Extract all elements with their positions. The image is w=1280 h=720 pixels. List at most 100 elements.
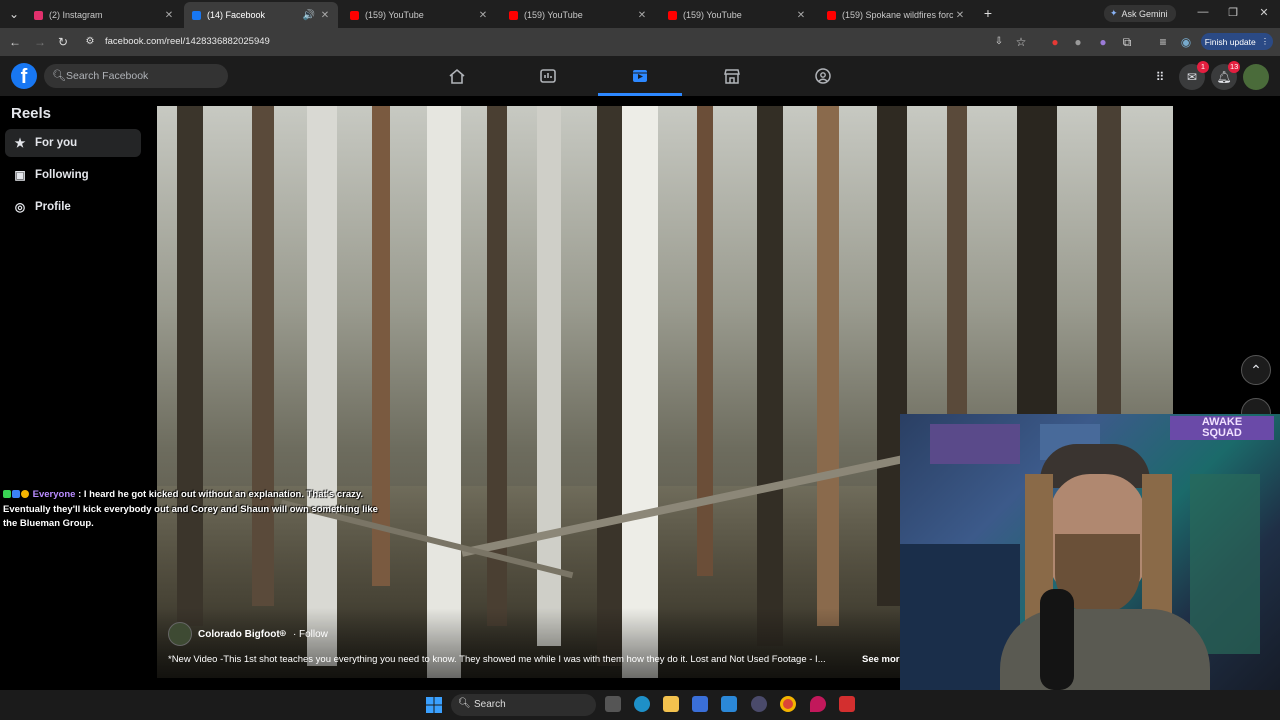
banner-line-2: SQUAD (1202, 427, 1242, 439)
file-explorer-icon[interactable] (663, 696, 679, 712)
taskbar-search-box[interactable] (451, 694, 596, 716)
account-avatar[interactable] (1243, 64, 1269, 90)
new-tab-button[interactable]: + (980, 6, 996, 20)
menu-grid-icon[interactable]: ⠿ (1147, 64, 1173, 90)
previous-reel-button[interactable]: ⌃ (1241, 355, 1271, 385)
tab-search-chevron-icon[interactable]: ⌄ (6, 7, 22, 21)
youtube-icon (827, 10, 836, 20)
extension-red-icon[interactable]: ● (1047, 35, 1063, 49)
youtube-icon (350, 10, 359, 20)
mail-icon[interactable] (721, 696, 737, 712)
sidebar-item-for-you[interactable]: ★ For you (5, 129, 141, 157)
close-tab-icon[interactable]: ✕ (476, 10, 490, 21)
reload-icon[interactable]: ↻ (55, 35, 71, 49)
edge-icon[interactable] (634, 696, 650, 712)
finish-update-button[interactable]: Finish update ⋮ (1201, 33, 1273, 50)
install-app-icon[interactable]: ⇩ (991, 35, 1007, 49)
obs-icon[interactable] (751, 696, 767, 712)
microphone (1040, 589, 1074, 690)
star-icon: ★ (14, 136, 26, 150)
task-view-icon[interactable] (605, 696, 621, 712)
tree-trunk (307, 106, 337, 666)
close-tab-icon[interactable]: ✕ (953, 10, 967, 21)
creator-name[interactable]: Colorado Bigfoot (198, 629, 280, 640)
instagram-icon (34, 10, 43, 20)
bookmark-star-icon[interactable]: ☆ (1013, 35, 1029, 49)
tab-youtube-1[interactable]: (159) YouTube ✕ (342, 2, 496, 28)
tree-trunk (622, 106, 658, 678)
chrome-icon[interactable] (780, 696, 796, 712)
restore-icon[interactable]: ❐ (1223, 6, 1243, 19)
active-nav-indicator (598, 93, 682, 96)
forward-icon[interactable]: → (32, 35, 48, 49)
sidebar-item-profile[interactable]: ◎ Profile (5, 193, 141, 221)
stream-chat-message: Everyone : I heard he got kicked out wit… (3, 488, 393, 532)
reel-caption: *New Video -This 1st shot teaches you ev… (168, 654, 826, 665)
sidebar-item-label: Profile (35, 201, 71, 213)
sidebar-item-following[interactable]: ▣ Following (5, 161, 141, 189)
tab-youtube-3[interactable]: (159) YouTube ✕ (660, 2, 814, 28)
tab-title: (2) Instagram (49, 10, 103, 20)
chat-badge-icon (3, 490, 11, 498)
tab-title: (159) YouTube (365, 10, 424, 20)
tab-facebook[interactable]: (14) Facebook 🔊 ✕ (184, 2, 338, 28)
maps-pin-icon[interactable] (810, 696, 826, 712)
extension-purple-icon[interactable]: ● (1095, 35, 1111, 49)
guitar-rack (1190, 474, 1260, 654)
windows-start-icon[interactable] (426, 697, 442, 713)
tab-youtube-2[interactable]: (159) YouTube ✕ (501, 2, 655, 28)
tree-trunk (177, 106, 203, 626)
back-icon[interactable]: ← (7, 35, 23, 49)
close-window-icon[interactable]: ✕ (1254, 6, 1274, 19)
ask-gemini-button[interactable]: ✦ Ask Gemini (1104, 5, 1176, 22)
finish-update-label: Finish update (1204, 36, 1256, 47)
tab-title: (14) Facebook (207, 10, 266, 20)
profile-icon: ◎ (14, 200, 26, 214)
tab-title: (159) YouTube (524, 10, 583, 20)
reading-list-icon[interactable]: ≡ (1155, 35, 1171, 49)
tab-youtube-spokane[interactable]: (159) Spokane wildfires force th ✕ (819, 2, 973, 28)
reels-icon[interactable] (631, 68, 649, 84)
browser-tab-strip: ⌄ (2) Instagram ✕ (14) Facebook 🔊 ✕ (159… (0, 0, 1280, 28)
minimize-icon[interactable]: — (1193, 6, 1213, 18)
sidebar-item-label: For you (35, 137, 78, 149)
home-icon[interactable] (448, 68, 466, 84)
search-placeholder: Search Facebook (66, 70, 149, 82)
tab-title: (159) Spokane wildfires force th (842, 10, 953, 20)
person-shirt (1000, 609, 1210, 690)
page-title: Reels (11, 105, 52, 122)
tab-instagram[interactable]: (2) Instagram ✕ (26, 2, 182, 28)
follow-button[interactable]: Follow (299, 629, 328, 640)
chat-badge-icon (12, 490, 20, 498)
tree-trunk (597, 106, 625, 666)
extension-gray-icon[interactable]: ● (1070, 35, 1086, 49)
close-tab-icon[interactable]: ✕ (794, 10, 808, 21)
follow-separator: · (293, 629, 297, 640)
globe-icon: ⊕ (279, 628, 287, 638)
profile-avatar-icon[interactable]: ◉ (1178, 35, 1194, 49)
webcam-overlay (900, 414, 1280, 690)
ask-gemini-label: Ask Gemini (1121, 8, 1168, 19)
chat-badge-icon (21, 490, 29, 498)
creator-avatar[interactable] (168, 622, 192, 646)
close-tab-icon[interactable]: ✕ (635, 10, 649, 21)
speaker-icon[interactable]: 🔊 (302, 10, 316, 21)
record-app-icon[interactable] (839, 696, 855, 712)
youtube-icon (509, 10, 518, 20)
wall-poster (930, 424, 1020, 464)
url-text[interactable]: facebook.com/reel/1428336882025949 (105, 36, 270, 47)
see-more-link[interactable]: See more (862, 654, 905, 665)
video-icon[interactable] (539, 68, 557, 84)
tree-trunk (757, 106, 783, 646)
groups-icon[interactable] (814, 68, 832, 84)
extensions-puzzle-icon[interactable]: ⧉ (1119, 35, 1135, 49)
search-icon: 🔍︎ (52, 70, 66, 82)
close-tab-icon[interactable]: ✕ (318, 10, 332, 21)
facebook-logo-icon[interactable]: f (11, 63, 37, 89)
store-icon[interactable] (692, 696, 708, 712)
marketplace-icon[interactable] (723, 68, 741, 84)
close-tab-icon[interactable]: ✕ (162, 10, 176, 21)
chat-separator: : (78, 489, 82, 500)
youtube-icon (668, 10, 677, 20)
gemini-icon: ✦ (1110, 8, 1118, 18)
